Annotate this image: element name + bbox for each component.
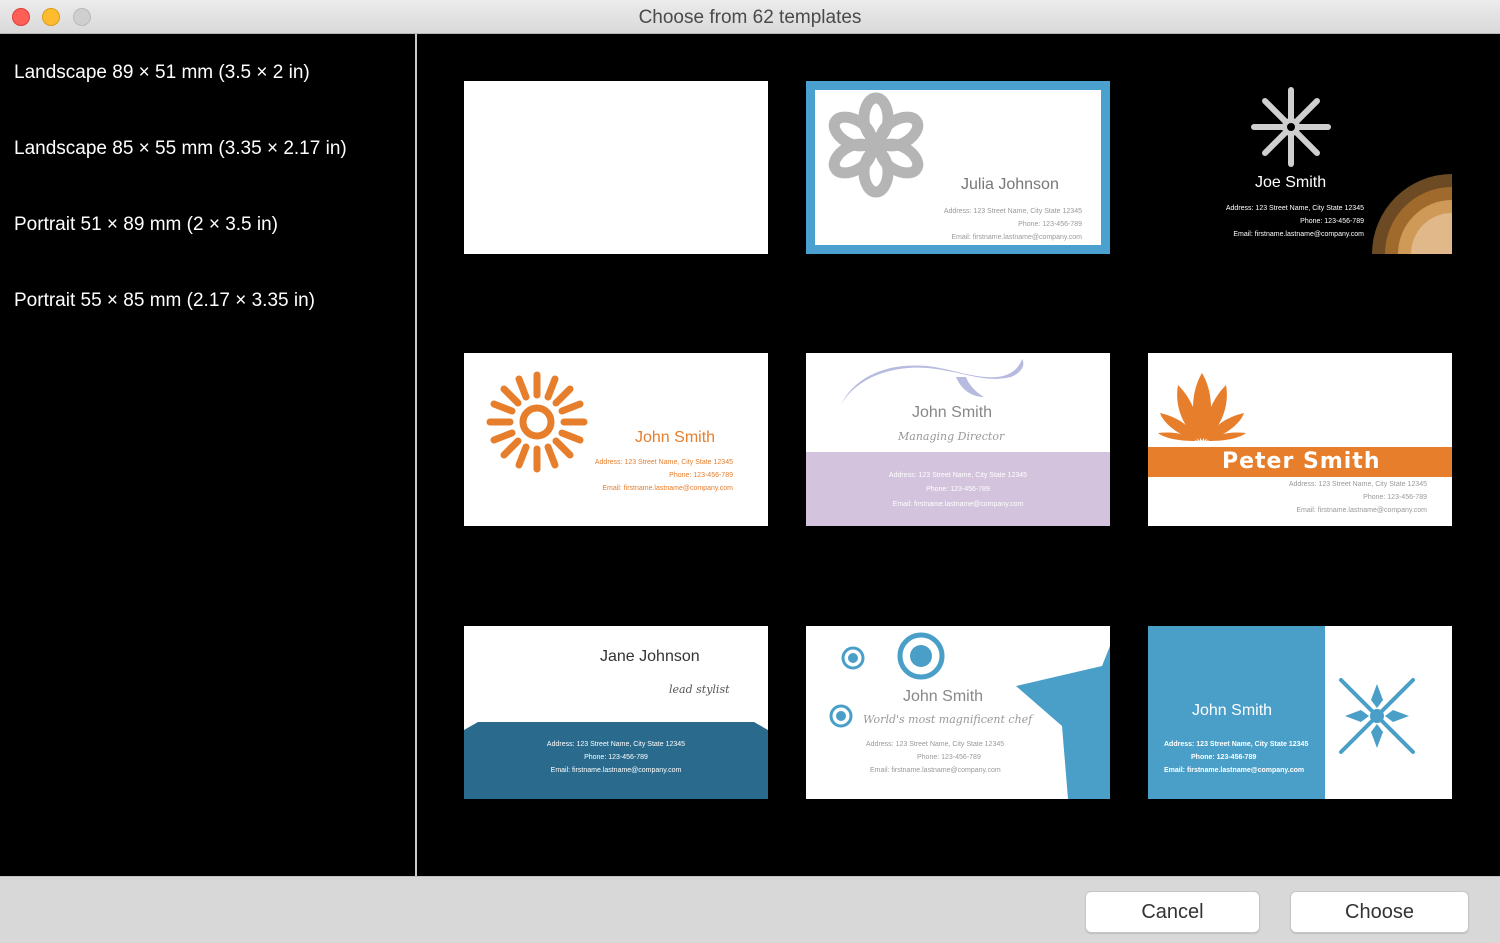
card-phone: Phone: 123-456-789 <box>669 472 733 479</box>
card-phone: Phone: 123-456-789 <box>1191 754 1257 761</box>
card-name: Julia Johnson <box>961 176 1059 193</box>
card-email: Email: firstname.lastname@company.com <box>1296 507 1427 514</box>
template-card-joe-smith[interactable]: Joe Smith Address: 123 Street Name, City… <box>1148 81 1452 254</box>
card-address: Address: 123 Street Name, City State 123… <box>1225 205 1364 212</box>
card-title: Managing Director <box>898 430 1005 443</box>
template-card-john-smith-sun[interactable]: John Smith Address: 123 Street Name, Cit… <box>464 353 768 526</box>
template-card-john-smith-director[interactable]: John Smith Managing Director Address: 12… <box>806 353 1110 526</box>
card-name: John Smith <box>1192 702 1273 719</box>
template-card-john-smith-blue[interactable]: John Smith Address: 123 Street Name, Cit… <box>1148 626 1452 799</box>
template-grid: Julia Johnson Address: 123 Street Name, … <box>417 34 1500 876</box>
card-name: Joe Smith <box>1255 174 1327 191</box>
card-address: Address: 123 Street Name, City State 123… <box>546 741 686 748</box>
card-email: Email: firstname.lastname@company.com <box>550 767 682 774</box>
card-address: Address: 123 Street Name, City State 123… <box>943 208 1082 215</box>
card-address: Address: 123 Street Name, City State 123… <box>866 741 1005 748</box>
bottom-bar: Cancel Choose <box>0 876 1500 943</box>
template-card-blank[interactable] <box>464 81 768 254</box>
card-name: John Smith <box>912 404 993 421</box>
template-chooser-window: Choose from 62 templates Landscape 89 × … <box>0 0 1500 943</box>
lotus-icon <box>1158 373 1246 441</box>
sidebar-item-landscape-89x51[interactable]: Landscape 89 × 51 mm (3.5 × 2 in) <box>14 62 310 84</box>
snowflake-icon <box>1251 87 1331 167</box>
card-phone: Phone: 123-456-789 <box>1018 221 1082 228</box>
card-email: Email: firstname.lastname@company.com <box>1233 231 1364 238</box>
template-card-julia-johnson[interactable]: Julia Johnson Address: 123 Street Name, … <box>806 81 1110 254</box>
card-email: Email: firstname.lastname@company.com <box>870 767 1001 774</box>
flower-icon <box>828 92 924 198</box>
card-name: John Smith <box>903 688 984 705</box>
cancel-button[interactable]: Cancel <box>1085 891 1260 933</box>
card-email: Email: firstname.lastname@company.com <box>892 501 1024 508</box>
blue-panel: John Smith Address: 123 Street Name, Cit… <box>1148 626 1325 799</box>
card-address: Address: 123 Street Name, City State 123… <box>888 472 1028 479</box>
card-phone: Phone: 123-456-789 <box>917 754 981 761</box>
sun-icon <box>486 371 588 473</box>
card-address: Address: 123 Street Name, City State 123… <box>1164 741 1309 748</box>
card-address: Address: 123 Street Name, City State 123… <box>594 459 733 466</box>
card-email: Email: firstname.lastname@company.com <box>951 234 1082 241</box>
orange-band: Peter Smith <box>1148 447 1452 477</box>
card-email: Email: firstname.lastname@company.com <box>1164 767 1305 774</box>
card-name: Peter Smith <box>1222 449 1381 474</box>
sidebar-item-portrait-55x85[interactable]: Portrait 55 × 85 mm (2.17 × 3.35 in) <box>14 290 315 312</box>
lavender-band: Address: 123 Street Name, City State 123… <box>806 452 1110 526</box>
card-phone: Phone: 123-456-789 <box>926 486 990 493</box>
sidebar-item-portrait-51x89[interactable]: Portrait 51 × 89 mm (2 × 3.5 in) <box>14 214 278 236</box>
size-sidebar: Landscape 89 × 51 mm (3.5 × 2 in) Landsc… <box>0 34 415 876</box>
card-title: World's most magnificent chef <box>863 713 1033 726</box>
card-address: Address: 123 Street Name, City State 123… <box>1288 481 1427 488</box>
template-card-peter-smith[interactable]: Peter Smith Address: 123 Street Name, Ci… <box>1148 353 1452 526</box>
template-card-jane-johnson[interactable]: Jane Johnson lead stylist Address: 123 S… <box>464 626 768 799</box>
card-email: Email: firstname.lastname@company.com <box>602 485 733 492</box>
card-phone: Phone: 123-456-789 <box>1363 494 1427 501</box>
snowflake-icon <box>1339 678 1415 754</box>
arc-decoration <box>1372 174 1452 254</box>
leaf-decoration <box>841 359 1024 405</box>
choose-button[interactable]: Choose <box>1290 891 1469 933</box>
sidebar-item-landscape-85x55[interactable]: Landscape 85 × 55 mm (3.35 × 2.17 in) <box>14 138 347 160</box>
template-card-john-smith-chef[interactable]: John Smith World's most magnificent chef… <box>806 626 1110 799</box>
card-name: John Smith <box>635 429 716 446</box>
card-phone: Phone: 123-456-789 <box>1300 218 1364 225</box>
card-name: Jane Johnson <box>600 648 700 665</box>
card-phone: Phone: 123-456-789 <box>584 754 648 761</box>
card-title: lead stylist <box>669 683 730 696</box>
window-title: Choose from 62 templates <box>638 7 862 28</box>
title-bar: Choose from 62 templates <box>0 0 1500 34</box>
